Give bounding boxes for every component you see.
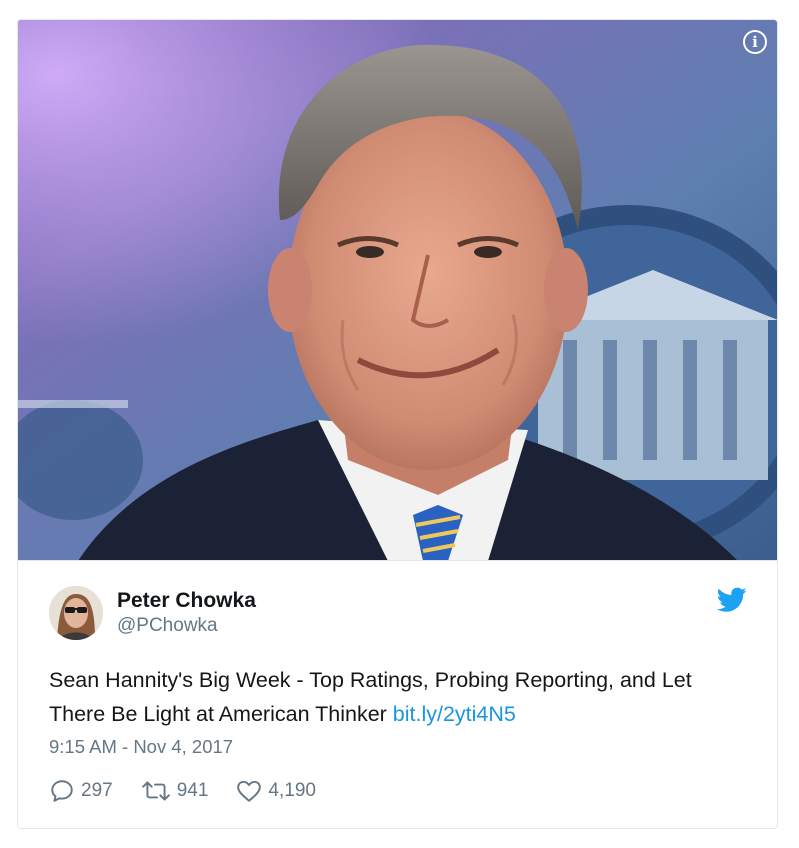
author-names: Peter Chowka @PChowka [117,588,256,638]
tweet-media[interactable]: i [18,20,777,561]
twitter-bird-icon[interactable] [717,587,747,613]
retweet-icon [141,781,170,801]
tweet-card: i Peter Chowka @PChowka Sean Hannity's B… [17,19,778,829]
tweet-link[interactable]: bit.ly/2yti4N5 [393,702,516,726]
info-icon[interactable]: i [743,30,767,54]
timestamp[interactable]: 9:15 AM - Nov 4, 2017 [49,736,233,758]
reply-count: 297 [81,780,113,801]
like-count: 4,190 [268,780,316,801]
tweet-body: Sean Hannity's Big Week - Top Ratings, P… [49,668,692,726]
retweet-count: 941 [176,780,209,801]
reply-icon [51,780,73,802]
heart-icon [237,780,262,802]
retweet-button[interactable]: 941 [141,778,209,804]
like-button[interactable]: 4,190 [236,778,316,804]
display-name[interactable]: Peter Chowka [117,588,256,614]
tweet-author[interactable]: Peter Chowka @PChowka [49,585,256,641]
handle[interactable]: @PChowka [117,614,256,638]
media-photo [18,20,777,560]
avatar[interactable] [49,586,103,640]
reply-button[interactable]: 297 [49,778,113,804]
tweet-actions: 297 941 4,190 [49,778,344,804]
tweet-text: Sean Hannity's Big Week - Top Ratings, P… [49,663,749,731]
